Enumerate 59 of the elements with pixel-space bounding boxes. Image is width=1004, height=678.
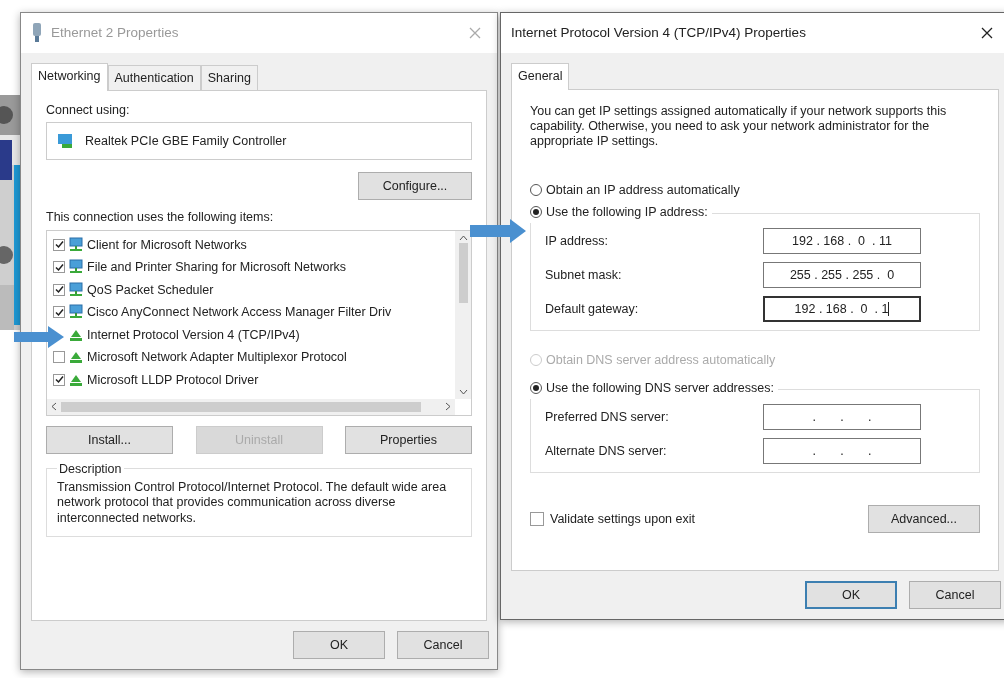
network-adapter-icon bbox=[31, 22, 43, 43]
scroll-down-icon[interactable] bbox=[458, 388, 468, 395]
description-text: Transmission Control Protocol/Internet Protocol. The default wide area network protocol that provides communication across diverse interconnected networks. bbox=[57, 479, 448, 527]
list-item[interactable]: Microsoft LLDP Protocol Driver bbox=[87, 372, 259, 387]
dialog-button[interactable]: OK bbox=[805, 581, 897, 609]
scroll-left-icon[interactable] bbox=[51, 402, 57, 411]
checkbox[interactable] bbox=[53, 306, 65, 319]
network-client-icon bbox=[68, 259, 84, 276]
network-client-icon bbox=[68, 236, 84, 253]
ip-address-field[interactable]: . . . bbox=[763, 437, 921, 464]
section-label: Connect using: bbox=[46, 102, 131, 117]
checkbox[interactable] bbox=[53, 283, 65, 296]
tab[interactable]: Authentication bbox=[107, 64, 201, 90]
checkbox[interactable] bbox=[53, 238, 65, 251]
scroll-right-icon[interactable] bbox=[445, 402, 451, 411]
window-title: Internet Protocol Version 4 (TCP/IPv4) Properties bbox=[511, 25, 807, 41]
window-title: Ethernet 2 Properties bbox=[51, 25, 180, 41]
list-item[interactable]: QoS Packet Scheduler bbox=[87, 282, 214, 297]
checkbox[interactable] bbox=[53, 373, 65, 386]
tab[interactable]: General bbox=[511, 62, 570, 90]
ip-address-field[interactable]: . . . bbox=[763, 403, 921, 430]
arrow-annotation bbox=[470, 219, 526, 243]
dialog-button[interactable]: Cancel bbox=[909, 581, 1001, 609]
tab[interactable]: Networking bbox=[31, 62, 108, 91]
validate-checkbox[interactable]: Validate settings upon exit bbox=[530, 511, 695, 526]
group-title: Description bbox=[58, 461, 123, 476]
adapter-field: Realtek PCIe GBE Family Controller bbox=[46, 121, 472, 160]
dialog-button[interactable]: OK bbox=[293, 631, 385, 659]
scrollbar-thumb[interactable] bbox=[458, 242, 468, 303]
network-adapter-icon bbox=[57, 132, 75, 149]
list-item[interactable]: Internet Protocol Version 4 (TCP/IPv4) bbox=[87, 327, 300, 342]
configure-button[interactable]: Configure... bbox=[358, 171, 472, 200]
list-item[interactable]: Microsoft Network Adapter Multiplexor Protocol bbox=[87, 350, 347, 365]
checkbox[interactable] bbox=[53, 261, 65, 274]
scrollbar-thumb[interactable] bbox=[61, 401, 421, 412]
field-label: Subnet mask: bbox=[545, 267, 622, 282]
field-label: Alternate DNS server: bbox=[545, 443, 667, 458]
network-client-icon bbox=[68, 304, 84, 321]
arrow-annotation bbox=[14, 326, 64, 348]
field-label: Preferred DNS server: bbox=[545, 409, 669, 424]
dialog-button[interactable]: Properties bbox=[345, 425, 472, 454]
list-item[interactable]: Client for Microsoft Networks bbox=[87, 237, 247, 252]
advanced-button[interactable]: Advanced... bbox=[868, 504, 980, 533]
dialog-button[interactable]: Cancel bbox=[397, 631, 489, 659]
checkbox[interactable] bbox=[53, 351, 65, 364]
section-label: This connection uses the following items: bbox=[46, 209, 275, 224]
scroll-up-icon[interactable] bbox=[458, 234, 468, 241]
intro-text: You can get IP settings assigned automatically if your network supports this capability. Otherwise, you need to ask your network administrator for the appropriate IP settings. bbox=[530, 103, 948, 149]
ip-address-field[interactable]: 192 . 168 . 0 . 1 bbox=[763, 295, 921, 322]
tab[interactable]: Sharing bbox=[200, 64, 258, 90]
field-label: IP address: bbox=[545, 233, 608, 248]
ip-address-field[interactable]: 192 . 168 . 0 . 11 bbox=[763, 227, 921, 254]
ip-address-field[interactable]: 255 . 255 . 255 . 0 bbox=[763, 261, 921, 288]
close-icon[interactable] bbox=[981, 26, 993, 39]
dialog-button[interactable]: Install... bbox=[46, 425, 173, 454]
list-item[interactable]: File and Printer Sharing for Microsoft Networks bbox=[87, 260, 347, 275]
list-item[interactable]: Cisco AnyConnect Network Access Manager Filter Driv bbox=[87, 305, 392, 320]
field-label: Default gateway: bbox=[545, 301, 639, 316]
network-client-icon bbox=[68, 281, 84, 298]
